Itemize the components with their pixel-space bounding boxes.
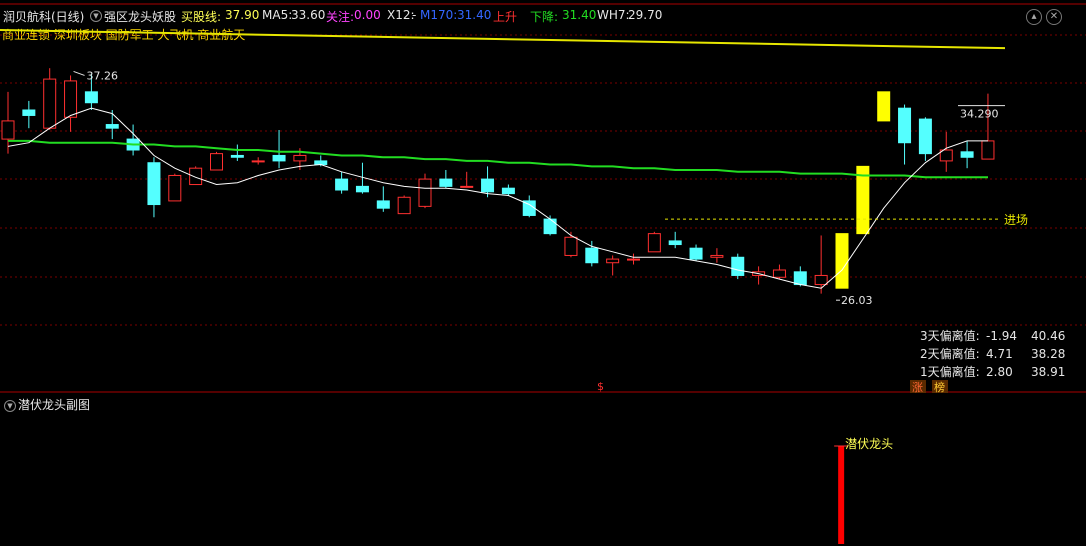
candle-body-4 — [84, 91, 98, 104]
candle-body-33 — [689, 247, 703, 260]
candle-body-27 — [564, 236, 578, 256]
stat-extra-0: 40.46 — [1031, 329, 1065, 343]
candle-body-35 — [731, 256, 745, 276]
stat-extra-1: 38.28 — [1031, 347, 1065, 361]
candle-body-7 — [147, 162, 161, 206]
candle-body-38 — [793, 271, 807, 286]
candle-body-3 — [64, 80, 78, 118]
main-chart[interactable]: 进场 37.26 26.03 34.290 $ 3天偏离值: -1.94 40.46… — [0, 0, 1086, 546]
candle-body-44 — [918, 118, 932, 155]
stat-value-1: 4.71 — [986, 347, 1013, 361]
low-price-label: 26.03 — [841, 294, 873, 307]
candle-body-14 — [293, 154, 307, 162]
candle-body-46 — [960, 151, 974, 158]
candle-body-16 — [335, 178, 349, 191]
sub-chart-name: 潜伏龙头副图 — [18, 398, 91, 412]
candle-body-5 — [105, 124, 119, 129]
candle-body-29 — [606, 258, 620, 264]
candle-body-12 — [251, 160, 265, 163]
candle-body-47 — [981, 140, 995, 160]
candle-body-43 — [898, 107, 912, 144]
sub-chart-title[interactable]: ▼ 潜伏龙头副图 — [4, 396, 90, 413]
last-price-label: 34.290 — [960, 108, 999, 121]
candle-body-9 — [189, 167, 203, 186]
candle-body-39 — [814, 274, 828, 286]
candle-body-10 — [210, 153, 223, 171]
sub-chart — [834, 445, 849, 544]
stat-label-1: 2天偏离值: — [920, 346, 980, 361]
candle-body-0 — [1, 120, 15, 140]
candle-body-34 — [710, 254, 724, 258]
candle-body-21 — [439, 178, 453, 187]
candle-body-37 — [772, 269, 786, 278]
high-price-label: 37.26 — [87, 69, 119, 82]
candle-body-13 — [272, 154, 286, 162]
candle-body-40 — [835, 233, 849, 289]
candle-body-22 — [460, 185, 474, 188]
stat-extra-2: 38.91 — [1031, 365, 1065, 379]
candle-body-17 — [355, 185, 369, 193]
candle-body-15 — [314, 160, 328, 166]
candle-body-20 — [418, 178, 432, 207]
candle-body-30 — [627, 258, 640, 261]
sub-signal-bar-0 — [838, 446, 845, 544]
high-pointer — [73, 70, 85, 76]
badge-text-1: 榜 — [934, 380, 945, 394]
candle-body-23 — [481, 178, 495, 193]
entry-label: 进场 — [1004, 213, 1028, 227]
candle-body-42 — [877, 91, 891, 122]
badge-text-0: 涨 — [912, 381, 923, 394]
candle-body-28 — [585, 247, 599, 264]
candle-body-19 — [397, 196, 411, 215]
deviation-stats: 3天偏离值: -1.94 40.46 2天偏离值: 4.71 38.28 1天偏离值: 2.8… — [920, 328, 1065, 379]
candle-body-11 — [230, 154, 244, 158]
candle-body-24 — [501, 187, 515, 195]
signal-label: 潜伏龙头 — [845, 437, 893, 451]
stat-label-0: 3天偏离值: — [920, 328, 980, 343]
candle-body-31 — [647, 233, 661, 253]
candle-body-1 — [22, 109, 36, 116]
buyline-line — [0, 29, 1006, 50]
candle-body-26 — [543, 218, 557, 235]
grid-lines — [0, 34, 1086, 326]
candle-body-32 — [668, 240, 682, 246]
sub-toggle-icon[interactable]: ▼ — [4, 400, 16, 412]
candle-body-8 — [168, 174, 182, 202]
stat-label-2: 1天偏离值: — [920, 364, 980, 379]
dollar-mark: $ — [597, 380, 604, 393]
candle-body-18 — [376, 200, 390, 209]
stat-value-2: 2.80 — [986, 365, 1013, 379]
stat-value-0: -1.94 — [986, 329, 1017, 343]
candle-body-2 — [43, 78, 57, 129]
